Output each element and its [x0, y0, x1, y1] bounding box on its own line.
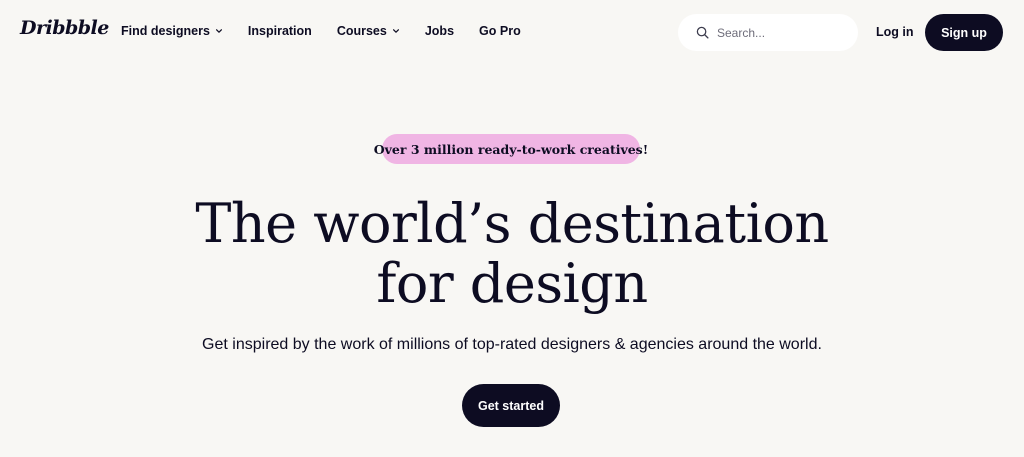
- nav-find-designers[interactable]: Find designers: [121, 24, 223, 38]
- nav-courses-label: Courses: [336, 24, 387, 38]
- nav-inspiration[interactable]: Inspiration: [248, 24, 312, 38]
- signup-button[interactable]: Sign up: [925, 14, 1003, 51]
- main-nav: Find designers Inspiration Courses Jobs …: [121, 24, 546, 38]
- login-link[interactable]: Log in: [876, 25, 914, 39]
- search-box[interactable]: [678, 14, 858, 51]
- nav-courses[interactable]: Courses: [337, 24, 400, 38]
- get-started-button[interactable]: Get started: [462, 384, 560, 427]
- hero-title: The world’s destination for design: [112, 194, 912, 314]
- nav-jobs-label: Jobs: [424, 24, 455, 38]
- nav-jobs[interactable]: Jobs: [425, 24, 454, 38]
- nav-find-designers-label: Find designers: [121, 24, 210, 38]
- hero-title-line-2: for design: [376, 252, 648, 315]
- search-icon: [696, 26, 709, 39]
- creatives-badge: Over 3 million ready-to-work creatives!: [374, 134, 648, 164]
- hero-title-line-1: The world’s destination: [195, 192, 829, 255]
- dribbble-logo[interactable]: Dribbble: [20, 17, 109, 39]
- chevron-down-icon: [392, 29, 399, 33]
- nav-inspiration-label: Inspiration: [247, 24, 312, 38]
- hero-subtitle: Get inspired by the work of millions of …: [202, 336, 822, 353]
- chevron-down-icon: [215, 29, 222, 33]
- search-input[interactable]: [717, 25, 847, 40]
- page: Dribbble Find designers Inspiration Cour…: [0, 0, 1024, 457]
- nav-go-pro[interactable]: Go Pro: [479, 24, 521, 38]
- nav-go-pro-label: Go Pro: [479, 24, 521, 38]
- site-header: Dribbble Find designers Inspiration Cour…: [0, 0, 1024, 64]
